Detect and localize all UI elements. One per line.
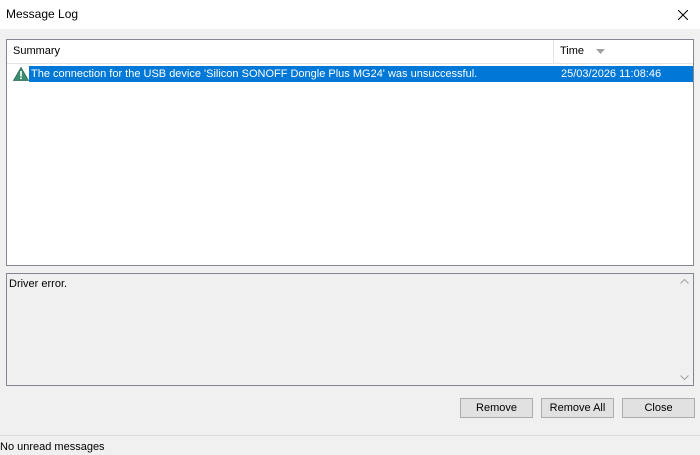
list-item[interactable]: The connection for the USB device 'Silic… [9, 66, 693, 82]
dialog-client-area: Summary Time The connection for the USB … [0, 29, 700, 435]
message-list[interactable]: Summary Time The connection for the USB … [6, 39, 694, 266]
detail-scrollbar[interactable] [676, 274, 693, 385]
scroll-up-arrow-icon[interactable] [680, 279, 689, 284]
list-item-summary: The connection for the USB device 'Silic… [29, 66, 559, 82]
remove-all-button[interactable]: Remove All [541, 398, 614, 418]
list-header: Summary Time [7, 40, 693, 64]
title-bar: Message Log [0, 0, 700, 29]
remove-button[interactable]: Remove [460, 398, 533, 418]
close-button[interactable]: Close [622, 398, 695, 418]
warning-icon [13, 67, 29, 81]
list-item-time: 25/03/2026 11:08:46 [554, 66, 693, 82]
window-title: Message Log [6, 7, 79, 21]
column-header-summary-label: Summary [13, 45, 61, 57]
scroll-down-arrow-icon[interactable] [680, 375, 689, 380]
column-header-time-label: Time [560, 45, 585, 57]
status-bar: No unread messages [0, 435, 700, 455]
status-text: No unread messages [0, 441, 105, 453]
sort-descending-icon [596, 49, 605, 54]
window-close-button[interactable] [666, 0, 700, 29]
message-detail-box[interactable]: Driver error. [6, 273, 694, 386]
column-header-time[interactable]: Time [554, 40, 693, 63]
message-detail-text: Driver error. [9, 278, 68, 290]
close-icon [678, 9, 688, 20]
column-header-summary[interactable]: Summary [7, 40, 554, 63]
